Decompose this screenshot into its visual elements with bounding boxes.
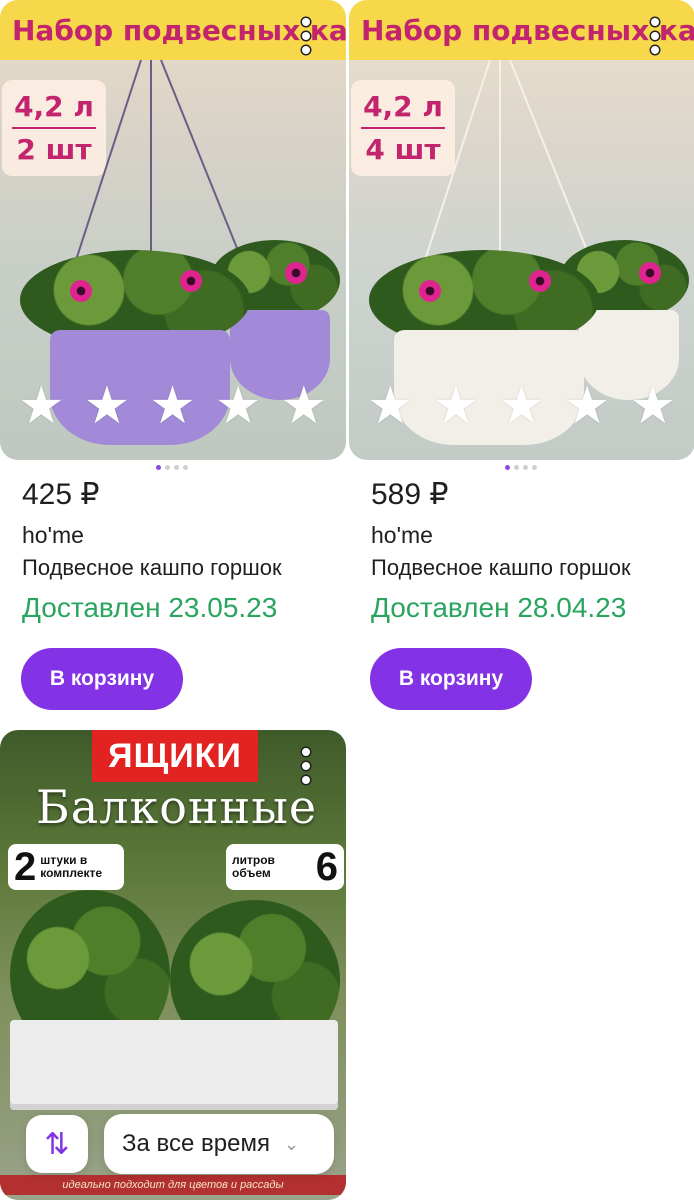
badge-volume: литров объем 6 — [226, 844, 344, 890]
period-label: За все время — [122, 1130, 270, 1157]
flower — [285, 262, 307, 284]
flower — [70, 280, 92, 302]
product-brand[interactable]: ho'me — [371, 522, 433, 549]
product-price: 589 ₽ — [371, 478, 449, 511]
star-icon[interactable]: ★ — [281, 380, 328, 432]
star-icon[interactable]: ★ — [433, 380, 480, 432]
star-icon[interactable]: ★ — [498, 380, 545, 432]
image-banner: ЯЩИКИ — [92, 730, 258, 782]
star-icon[interactable]: ★ — [149, 380, 196, 432]
star-icon[interactable]: ★ — [367, 380, 414, 432]
spec-count: 2 шт — [16, 133, 92, 166]
spec-divider — [361, 127, 445, 129]
spec-volume: 4,2 л — [363, 90, 443, 123]
rating-stars[interactable]: ★ ★ ★ ★ ★ — [18, 380, 327, 432]
image-spec-box: 4,2 л 2 шт — [2, 80, 106, 176]
image-banner: Набор подвесных кашпо — [349, 0, 694, 60]
star-icon[interactable]: ★ — [630, 380, 677, 432]
rope — [509, 59, 594, 265]
period-filter-button[interactable]: За все время ⌄ — [104, 1114, 334, 1174]
delivery-status: Доставлен 28.04.23 — [371, 592, 627, 623]
flower — [639, 262, 661, 284]
product-title[interactable]: Подвесное кашпо горшок — [22, 555, 324, 581]
product-image[interactable]: Набор подвесных кашпо 4,2 л 2 шт ★ ★ ★ ★… — [0, 0, 346, 460]
flower — [529, 270, 551, 292]
more-options-icon[interactable] — [300, 18, 312, 54]
star-icon[interactable]: ★ — [84, 380, 131, 432]
planter-box — [10, 1020, 338, 1110]
image-footer: идеально подходит для цветов и рассады — [0, 1175, 346, 1195]
spec-divider — [12, 127, 96, 129]
rope — [499, 60, 501, 280]
delivery-status: Доставлен 23.05.23 — [22, 592, 278, 623]
image-spec-box: 4,2 л 4 шт — [351, 80, 455, 176]
sort-button[interactable]: ⇅ — [26, 1115, 88, 1173]
product-card[interactable]: Набор подвесных кашпо 4,2 л 4 шт ★ ★ ★ ★… — [349, 0, 694, 715]
image-pager-dots — [156, 465, 188, 470]
product-title[interactable]: Подвесное кашпо горшок — [371, 555, 673, 581]
product-image[interactable]: Набор подвесных кашпо 4,2 л 4 шт ★ ★ ★ ★… — [349, 0, 694, 460]
rope — [150, 60, 152, 280]
flower — [419, 280, 441, 302]
badge-set-count: 2 штуки в комплекте — [8, 844, 124, 890]
more-options-icon[interactable] — [649, 18, 661, 54]
rope — [160, 59, 245, 265]
product-brand[interactable]: ho'me — [22, 522, 84, 549]
sort-arrows-icon: ⇅ — [44, 1127, 70, 1161]
image-pager-dots — [505, 465, 537, 470]
product-price: 425 ₽ — [22, 478, 100, 511]
star-icon[interactable]: ★ — [18, 380, 65, 432]
add-to-cart-button[interactable]: В корзину — [370, 648, 532, 710]
image-headline: Балконные — [36, 780, 318, 834]
product-card[interactable]: Набор подвесных кашпо 4,2 л 2 шт ★ ★ ★ ★… — [0, 0, 346, 715]
spec-count: 4 шт — [365, 133, 441, 166]
star-icon[interactable]: ★ — [564, 380, 611, 432]
rating-stars[interactable]: ★ ★ ★ ★ ★ — [367, 380, 676, 432]
add-to-cart-button[interactable]: В корзину — [21, 648, 183, 710]
flower — [180, 270, 202, 292]
image-banner: Набор подвесных кашпо — [0, 0, 346, 60]
more-options-icon[interactable] — [300, 748, 312, 784]
chevron-down-icon: ⌄ — [283, 1133, 300, 1154]
spec-volume: 4,2 л — [14, 90, 94, 123]
star-icon[interactable]: ★ — [215, 380, 262, 432]
